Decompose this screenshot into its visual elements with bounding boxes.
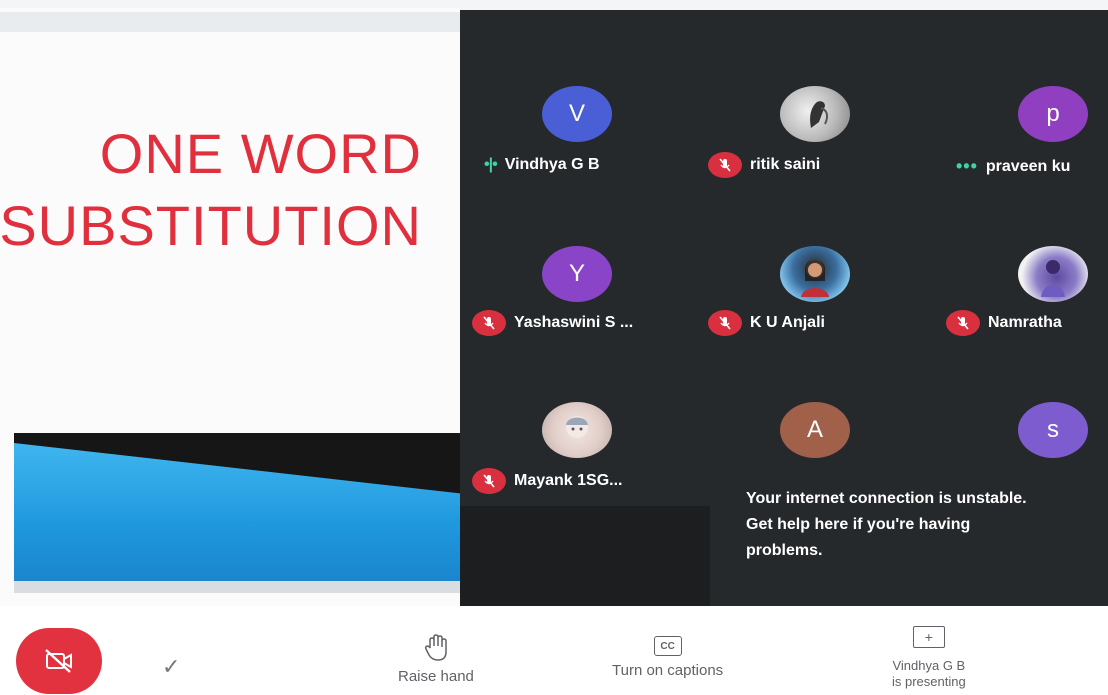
- empty-tile: [460, 506, 710, 606]
- call-controls: ✓ Raise hand CC Turn on captions + Vindh…: [0, 606, 1108, 695]
- participant-name-row: ••• praveen ku: [956, 156, 1070, 177]
- participant-name: Vindhya G B: [504, 156, 600, 173]
- slide-lower-image: [14, 433, 460, 593]
- raise-hand-button[interactable]: Raise hand: [398, 634, 474, 685]
- profile-photo: [566, 416, 588, 438]
- participant-name-row: Namratha: [946, 310, 1062, 336]
- avatar-initial: A: [806, 416, 823, 443]
- warning-line2: Get help here if you're having: [746, 516, 971, 533]
- avatar-a[interactable]: A: [780, 402, 850, 458]
- participant-grid: V •|• Vindhya G B ritik saini p ••• prav…: [460, 10, 1108, 606]
- avatar-anjali[interactable]: [780, 246, 850, 302]
- avatar-vindhya[interactable]: V: [542, 86, 612, 142]
- raise-hand-label: Raise hand: [398, 668, 474, 685]
- check-icon[interactable]: ✓: [162, 654, 180, 680]
- presentation-view: ONE WORD SUBSTITUTION: [0, 8, 460, 606]
- camera-off-icon: [45, 649, 72, 673]
- avatar-mayank[interactable]: [542, 402, 612, 458]
- profile-photo: [1041, 260, 1065, 297]
- speaking-icon: •|•: [484, 156, 498, 173]
- presenting-button[interactable]: + Vindhya G B is presenting: [892, 626, 966, 690]
- warning-line1: Your internet connection is unstable.: [746, 490, 1027, 507]
- participant-name: K U Anjali: [750, 314, 825, 331]
- warning-line3: problems.: [746, 542, 823, 559]
- camera-toggle-button[interactable]: [16, 628, 102, 694]
- captions-button[interactable]: CC Turn on captions: [612, 636, 723, 679]
- participant-name: Namratha: [988, 314, 1062, 331]
- connection-warning[interactable]: Your internet connection is unstable. Ge…: [746, 486, 1108, 564]
- mic-off-icon: [472, 310, 506, 336]
- participant-name-row: Mayank 1SG...: [472, 468, 623, 494]
- captions-label: Turn on captions: [612, 662, 724, 679]
- avatar-praveen[interactable]: p: [1018, 86, 1088, 142]
- profile-photo: [810, 101, 829, 128]
- participant-name-row: ritik saini: [708, 152, 820, 178]
- presenting-label-line2: is presenting: [892, 674, 966, 689]
- mic-off-icon: [472, 468, 506, 494]
- slide-top-bar: [0, 12, 460, 32]
- avatar-yashaswini[interactable]: Y: [542, 246, 612, 302]
- slide-blue-shape: [14, 443, 460, 583]
- captions-icon: CC: [653, 636, 682, 656]
- avatar-s[interactable]: s: [1018, 402, 1088, 458]
- avatar-initial: V: [568, 100, 585, 127]
- participant-name-row: •|• Vindhya G B: [484, 156, 600, 174]
- avatar-ritik[interactable]: [780, 86, 850, 142]
- mic-off-icon: [946, 310, 980, 336]
- participant-name: Mayank 1SG...: [514, 472, 623, 489]
- avatar-namratha[interactable]: [1018, 246, 1088, 302]
- avatar-initial: Y: [568, 260, 585, 287]
- participant-name-row: Yashaswini S ...: [472, 310, 633, 336]
- presenting-label-line1: Vindhya G B: [892, 658, 966, 673]
- slide-title: ONE WORD SUBSTITUTION: [0, 118, 422, 262]
- slide-title-line1: ONE WORD: [99, 122, 422, 185]
- slide-title-line2: SUBSTITUTION: [0, 194, 422, 257]
- present-screen-icon: +: [912, 626, 945, 648]
- participant-name: Yashaswini S ...: [514, 314, 634, 331]
- slide-status-bar: [14, 581, 460, 593]
- avatar-initial: p: [1046, 100, 1060, 127]
- connecting-icon: •••: [956, 156, 978, 176]
- participant-name: ritik saini: [750, 156, 821, 173]
- participant-name-row: K U Anjali: [708, 310, 825, 336]
- avatar-initial: s: [1047, 416, 1059, 443]
- mic-off-icon: [708, 310, 742, 336]
- participant-name: praveen ku: [985, 157, 1071, 175]
- mic-off-icon: [708, 152, 742, 178]
- raise-hand-icon: [424, 634, 447, 661]
- profile-photo: [801, 260, 829, 297]
